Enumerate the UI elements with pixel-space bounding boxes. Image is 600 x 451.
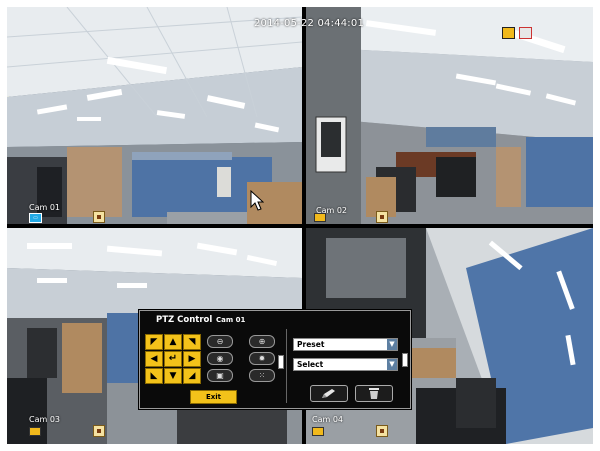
pan-down-right-button[interactable]: ◢	[183, 368, 201, 384]
motion-icon	[376, 425, 388, 437]
ptz-camera-name: Cam 01	[216, 316, 246, 324]
preset-dropdown[interactable]: Preset ▼	[293, 338, 398, 351]
record-status-icon	[519, 27, 532, 39]
chevron-down-icon: ▼	[387, 339, 397, 350]
select-dropdown-label: Select	[297, 360, 324, 369]
tilt-up-button[interactable]: ▲	[164, 334, 182, 350]
camera-type-badge: ▭	[29, 213, 42, 223]
speed-scroll-knob[interactable]	[278, 355, 284, 369]
delete-preset-button[interactable]	[355, 385, 393, 402]
camera-label: Cam 04	[312, 415, 344, 424]
status-icons	[502, 24, 536, 43]
ptz-control-dialog: PTZ Control Cam 01 ◤ ▲ ◥ ◀ ↵ ▶ ◣ ▼ ◢ ⊖ ⊕…	[139, 310, 411, 409]
network-icon	[502, 27, 515, 39]
divider	[286, 329, 287, 403]
timestamp: 2014-05-22 04:44:01	[254, 18, 365, 29]
motion-icon	[93, 425, 105, 437]
iris-open-button[interactable]: ▣	[207, 369, 233, 382]
pan-left-button[interactable]: ◀	[145, 351, 163, 367]
zoom-out-button[interactable]: ⊖	[207, 335, 233, 348]
iris-close-button[interactable]: ⁙	[249, 369, 275, 382]
preset-dropdown-label: Preset	[297, 340, 325, 349]
camera-feed-2	[306, 7, 593, 224]
camera-label: Cam 03	[29, 415, 61, 424]
focus-far-button[interactable]: ✹	[249, 352, 275, 365]
ptz-title: PTZ Control	[156, 315, 213, 325]
record-icon	[314, 213, 326, 222]
motion-icon	[93, 211, 105, 223]
zoom-in-button[interactable]: ⊕	[249, 335, 275, 348]
focus-near-button[interactable]: ◉	[207, 352, 233, 365]
exit-button[interactable]: Exit	[190, 390, 237, 404]
trash-icon	[369, 388, 379, 399]
camera-label: Cam 01	[29, 203, 61, 212]
pan-up-left-button[interactable]: ◤	[145, 334, 163, 350]
pan-up-right-button[interactable]: ◥	[183, 334, 201, 350]
camera-tile-2[interactable]: Cam 02	[306, 7, 593, 224]
motion-icon	[376, 211, 388, 223]
ptz-enter-button[interactable]: ↵	[164, 351, 182, 367]
tilt-down-button[interactable]: ▼	[164, 368, 182, 384]
record-icon	[312, 427, 324, 436]
record-icon	[29, 427, 41, 436]
mouse-cursor-icon	[250, 190, 264, 211]
save-preset-button[interactable]	[310, 385, 348, 402]
pan-down-left-button[interactable]: ◣	[145, 368, 163, 384]
pencil-icon	[322, 389, 335, 398]
pan-right-button[interactable]: ▶	[183, 351, 201, 367]
chevron-down-icon: ▼	[387, 359, 397, 370]
select-dropdown[interactable]: Select ▼	[293, 358, 398, 371]
preset-scroll-knob[interactable]	[402, 353, 408, 367]
